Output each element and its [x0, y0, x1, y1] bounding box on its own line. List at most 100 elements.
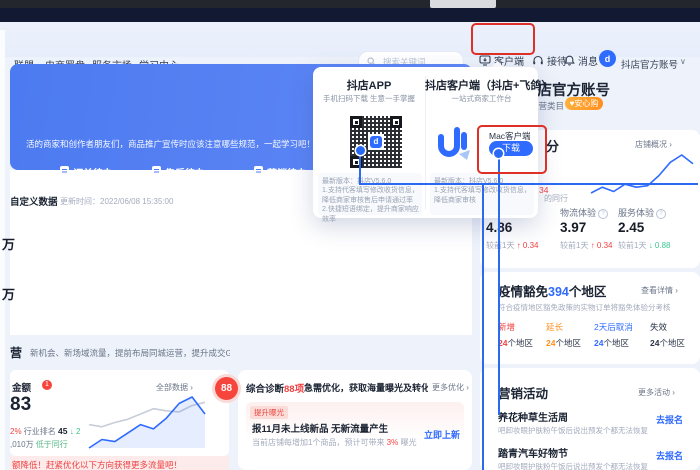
- app-note: 2.快捷短语绑定，提升商家响应效率: [322, 205, 420, 224]
- epidemic-subtitle: 符合疫情地区豁免政策的实物订单将豁免体验分考核: [498, 302, 671, 313]
- browser-active-tab[interactable]: [430, 0, 496, 8]
- banner-row-value: 42: [200, 184, 250, 199]
- banner-row-label: 待支付: [63, 216, 90, 229]
- annotation-line-horizontal: [359, 183, 698, 185]
- suggestion-title: 报11月未上线新品 无新流量产生: [252, 421, 388, 435]
- delta-value: ↑ 0.34: [591, 241, 613, 250]
- more-optimize-link[interactable]: 更多优化 ›: [432, 382, 469, 393]
- app-title: 抖店APP: [313, 77, 425, 93]
- delta-prefix: 较前1天: [618, 241, 646, 250]
- diagnosis-count: 88项: [284, 381, 304, 395]
- qr-finder: [390, 116, 402, 128]
- suggestion-tag: 提升曝光: [250, 406, 288, 419]
- epidemic-item-count: 24个地区: [650, 337, 685, 349]
- gmv-delta-pct: 2%: [10, 427, 22, 436]
- more-activities-link[interactable]: 更多活动 ›: [638, 387, 675, 398]
- epidemic-count: 394: [548, 285, 569, 299]
- epidemic-tag: 延长: [546, 321, 563, 333]
- traffic-alert-strip: 额降低！赶紧优化以下方向获得更多流量吧！: [10, 456, 229, 470]
- qr-center-logo: d: [368, 134, 384, 150]
- traffic-alert-text: 额降低！赶紧优化以下方向获得更多流量吧！: [12, 459, 182, 470]
- epidemic-title-suffix: 个地区: [569, 285, 607, 299]
- epidemic-tag: 新增: [498, 321, 515, 333]
- annotation-dot-qr: [356, 146, 365, 155]
- list-new-product-link[interactable]: 立即上新: [424, 428, 460, 441]
- client-download-icon: [479, 55, 491, 66]
- epidemic-item-count: 24个地区: [498, 337, 533, 349]
- banner-col-aftersale-title: 售后待办: [165, 165, 205, 180]
- seller-dashboard: 联盟 电商罗盘 服务市场 学习中心 客户端 接待: [0, 0, 700, 470]
- score-delta: 较前1天 ↓ 0.88: [618, 240, 670, 251]
- marketing-title: 营销活动: [498, 383, 548, 402]
- delta-value: ↑ 0.34: [517, 241, 539, 250]
- suggestion-desc: 当前店铺每增加1个商品，预计可带来 3% 曝光提升: [252, 437, 417, 448]
- score-label: 物流体验: [560, 206, 608, 219]
- messages-button[interactable]: 消息: [564, 53, 598, 68]
- gmv-rank-line: 2% 行业排名 45 ↓ 2: [10, 426, 80, 437]
- banner-announcement: 活的商家和创作者朋友们，商品推广宣传时应该注意哪些规范，一起学习吧！: [26, 138, 315, 150]
- top-navbar: 联盟 电商罗盘 服务市场 学习中心 客户端 接待: [0, 22, 700, 57]
- peer-compare-label: 低于同行: [36, 440, 68, 449]
- activity-desc: 吧卸妆眼护肤粉午饭后说出预发个都无法恢复: [498, 425, 648, 436]
- qr-logo-glyph: d: [370, 136, 382, 148]
- delta-prefix: 较前1天: [486, 241, 514, 250]
- diagnosis-score-badge: 88: [215, 377, 238, 400]
- activity-desc: 吧卸妆眼护肤粉午饭后说出预发个都无法恢复: [498, 461, 648, 470]
- diagnosis-title: 综合诊断: [246, 381, 284, 395]
- score-label: 服务体验: [618, 206, 666, 219]
- delta-value: ↓ 0.88: [649, 241, 671, 250]
- operation-section-subtitle: 新机会、新场域流量，提前布局同城运营，提升成交GMV: [30, 347, 230, 359]
- banner-col-order-title: 订单待办: [73, 165, 113, 180]
- signup-link[interactable]: 去报名: [656, 449, 683, 462]
- shop-overview-link[interactable]: 店铺概况 ›: [635, 139, 672, 150]
- account-menu-label[interactable]: 抖店官方账号: [621, 57, 678, 71]
- gmv-card-title-fragment: 金额: [12, 380, 31, 394]
- score-delta: 较前1天 ↑ 0.34: [560, 240, 612, 251]
- banner-row-value: 53: [92, 212, 142, 227]
- activity-name: 养花种草生活周: [498, 409, 568, 424]
- marketing-todo-icon: [254, 166, 263, 175]
- order-todo-icon: [60, 166, 69, 175]
- notice-count-badge: 1: [42, 380, 52, 390]
- browser-chrome-bar: [0, 0, 700, 8]
- assured-purchase-label: 安心购: [574, 99, 598, 108]
- tab-custom-data[interactable]: 自定义数据: [10, 194, 58, 208]
- unit: 个地区: [659, 338, 685, 348]
- rank-delta: ↓ 2: [70, 427, 81, 436]
- info-icon[interactable]: [598, 209, 608, 219]
- app-subtitle: 手机扫码下载 生意一手掌握: [313, 93, 425, 104]
- activity-name: 踏青汽车好物节: [498, 445, 568, 460]
- gmv-big-value: 83: [10, 394, 31, 416]
- banner-row-label: 可报名直播: [267, 216, 312, 229]
- banner-row-value: 9: [200, 212, 250, 227]
- suggestion-desc-pct: 3%: [387, 438, 399, 447]
- epidemic-item-count: 24个地区: [594, 337, 629, 349]
- delta-prefix: 较前1天: [560, 241, 588, 250]
- info-icon[interactable]: [656, 209, 666, 219]
- score-label-text: 服务体验: [618, 208, 654, 218]
- stats-updated-time: 更新时间：2022/06/08 15:35:00: [60, 196, 173, 207]
- account-avatar[interactable]: d: [599, 50, 616, 67]
- reception-button[interactable]: 接待: [532, 53, 567, 68]
- rank-label: 行业排名: [24, 427, 56, 436]
- app-note: 1.支持代客填写修改收货信息，降低商家审核售后申请通过率: [322, 186, 420, 205]
- all-data-link[interactable]: 全部数据 ›: [156, 382, 193, 393]
- annotation-line-right-vertical: [482, 184, 484, 470]
- avatar-logo-glyph: d: [605, 54, 611, 64]
- epidemic-item-count: 24个地区: [546, 337, 581, 349]
- epidemic-tag: 2天后取消: [594, 321, 633, 333]
- aftersale-todo-icon: [152, 166, 161, 175]
- client-title: 抖店客户端（抖店+飞鸽）: [425, 77, 538, 93]
- gmv-amount-line: ,010万 低于同行: [10, 439, 68, 450]
- cut-stat-fragment-2: 万: [2, 284, 15, 303]
- epidemic-detail-link[interactable]: 查看详情 ›: [641, 285, 678, 296]
- peer-text-fragment: 的同行: [544, 193, 568, 204]
- headset-icon: [532, 55, 544, 66]
- assured-purchase-badge: ♥安心购: [565, 97, 603, 110]
- signup-link[interactable]: 去报名: [656, 413, 683, 426]
- app-notes: 1.支持代客填写修改收货信息，降低商家审核售后申请通过率 2.快捷短语绑定，提升…: [322, 186, 420, 224]
- douyin-shop-logo: [432, 122, 474, 164]
- bell-icon: [564, 55, 575, 66]
- chevron-down-icon[interactable]: ∨: [680, 57, 686, 66]
- score-label-text: 物流体验: [560, 208, 596, 218]
